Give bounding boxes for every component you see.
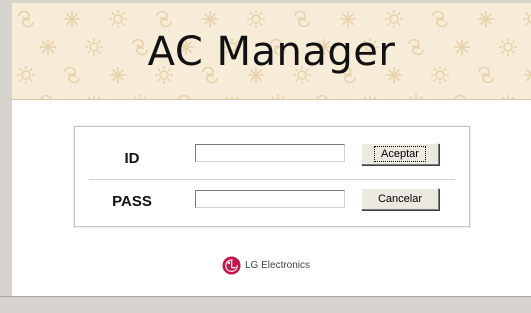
accept-button-label: Aceptar	[374, 146, 426, 162]
brand-footer: LG Electronics	[222, 254, 310, 276]
cancel-button-label: Cancelar	[377, 193, 423, 205]
app-window: AC Manager ID Aceptar PASS Cancelar LG E…	[0, 0, 531, 296]
id-label: ID	[124, 150, 140, 167]
brand-text: LG Electronics	[245, 259, 311, 271]
row-divider	[89, 179, 455, 180]
id-input[interactable]	[195, 144, 345, 162]
lg-logo-icon	[222, 255, 241, 275]
cancel-button[interactable]: Cancelar	[361, 188, 439, 210]
header-banner: AC Manager	[12, 3, 531, 100]
pass-input[interactable]	[195, 190, 345, 208]
bottom-bar	[0, 296, 531, 313]
accept-button[interactable]: Aceptar	[361, 143, 439, 165]
window-frame-left	[0, 0, 12, 296]
login-panel: ID Aceptar PASS Cancelar	[74, 126, 470, 227]
app-title: AC Manager	[147, 29, 396, 75]
pass-label: PASS	[112, 193, 152, 210]
